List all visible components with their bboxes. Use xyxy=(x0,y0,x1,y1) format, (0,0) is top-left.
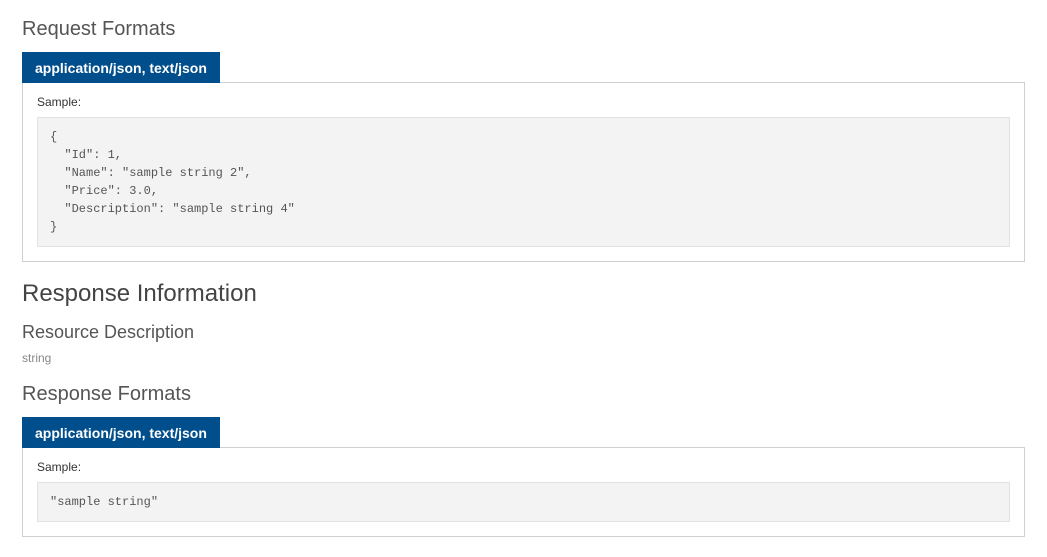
request-sample-panel: Sample: { "Id": 1, "Name": "sample strin… xyxy=(22,82,1025,262)
resource-description-heading: Resource Description xyxy=(22,322,1025,343)
response-sample-code: "sample string" xyxy=(37,482,1010,522)
request-formats-heading: Request Formats xyxy=(22,18,1025,41)
request-sample-label: Sample: xyxy=(37,95,1010,109)
response-sample-label: Sample: xyxy=(37,460,1010,474)
request-sample-code: { "Id": 1, "Name": "sample string 2", "P… xyxy=(37,117,1010,247)
response-formats-heading: Response Formats xyxy=(22,383,1025,406)
response-tab-json[interactable]: application/json, text/json xyxy=(22,417,220,448)
response-sample-panel: Sample: "sample string" xyxy=(22,447,1025,537)
request-tab-json[interactable]: application/json, text/json xyxy=(22,52,220,83)
response-information-heading: Response Information xyxy=(22,280,1025,308)
resource-type-label: string xyxy=(22,351,1025,365)
